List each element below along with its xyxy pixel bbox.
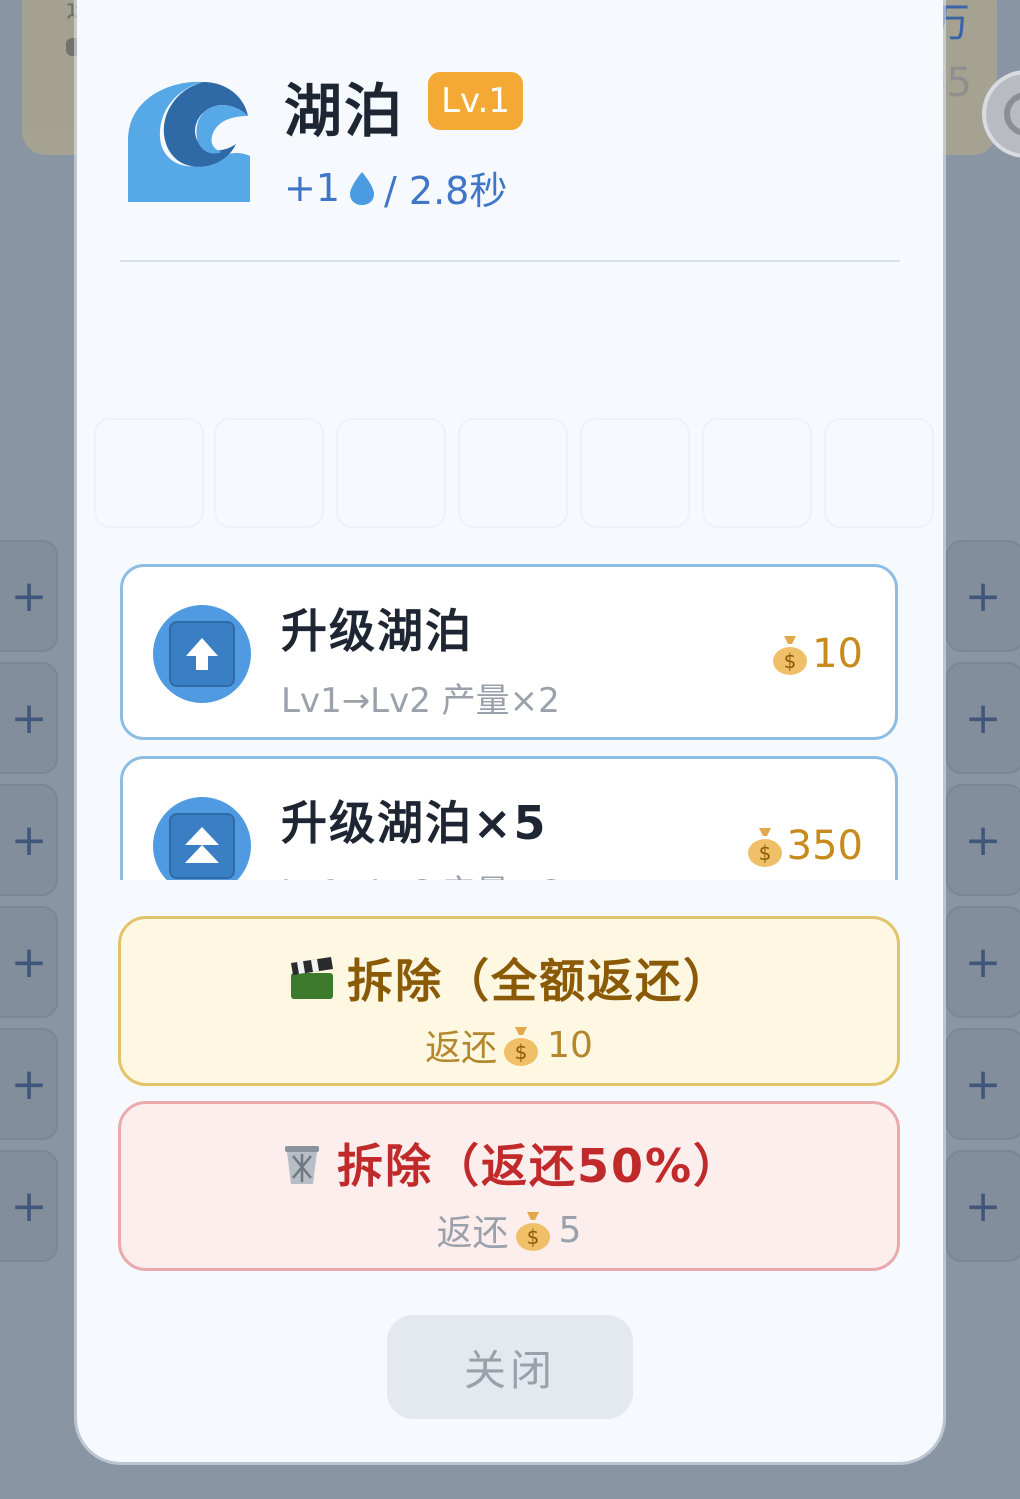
- empty-slot-left-6[interactable]: +: [0, 1150, 58, 1262]
- demolish-full-label: 拆除（全额返还）: [347, 954, 731, 1008]
- empty-slot-right-4[interactable]: +: [946, 906, 1020, 1018]
- upgrade-price: $ 10: [770, 631, 863, 677]
- refund-amount: 10: [547, 1024, 593, 1066]
- plus-icon: +: [10, 570, 48, 622]
- svg-text:$: $: [526, 1225, 539, 1249]
- empty-slot-right-1[interactable]: +: [946, 540, 1020, 652]
- upgrade-title: 升级湖泊×5: [281, 796, 548, 850]
- plus-icon: +: [10, 1180, 48, 1232]
- money-bag-icon: $: [504, 1027, 539, 1066]
- empty-slot-left-3[interactable]: +: [0, 784, 58, 896]
- refund-amount: 5: [558, 1209, 582, 1251]
- close-button[interactable]: 关闭: [387, 1315, 633, 1419]
- empty-slot-left-5[interactable]: +: [0, 1028, 58, 1140]
- empty-slot-right-3[interactable]: +: [946, 784, 1020, 896]
- money-bag-icon: $: [747, 828, 782, 867]
- empty-slot-right-5[interactable]: +: [946, 1028, 1020, 1140]
- ghost-tile: [214, 418, 324, 528]
- ghost-tile: [94, 418, 204, 528]
- money-bag-icon: $: [515, 1212, 550, 1251]
- demolish-full-refund-button[interactable]: 拆除（全额返还） 返还 $ 10: [118, 916, 900, 1086]
- plus-icon: +: [10, 692, 48, 744]
- production-rate: +1 / 2.8秒: [284, 160, 507, 215]
- empty-slot-left-1[interactable]: +: [0, 540, 58, 652]
- plus-icon: +: [10, 814, 48, 866]
- rate-interval: / 2.8秒: [384, 169, 508, 213]
- demolish-half-label: 拆除（返还50%）: [336, 1139, 742, 1193]
- plus-icon: +: [964, 570, 1002, 622]
- ghost-tile: [702, 418, 812, 528]
- header-divider: [120, 260, 900, 262]
- arrow-up-icon: [186, 638, 218, 670]
- level-badge: Lv.1: [428, 72, 523, 130]
- price-amount: 350: [786, 823, 863, 869]
- ghost-tile: [824, 418, 934, 528]
- svg-text:$: $: [784, 649, 797, 673]
- empty-slot-right-6[interactable]: +: [946, 1150, 1020, 1262]
- svg-text:$: $: [758, 841, 771, 865]
- rate-amount: +1: [284, 165, 341, 210]
- demolish-half-refund-button[interactable]: 拆除（返还50%） 返还 $ 5: [118, 1101, 900, 1271]
- money-bag-icon: $: [773, 636, 808, 675]
- upgrade-option-1[interactable]: 升级湖泊 Lv1→Lv2 产量×2 $ 10: [120, 564, 898, 740]
- ghost-tile: [458, 418, 568, 528]
- upgrade-price: $ 350: [745, 823, 863, 869]
- upgrade-icon-badge: [153, 605, 251, 703]
- water-drop-icon: [350, 171, 375, 205]
- wave-icon: [128, 81, 250, 202]
- upgrade-option-2[interactable]: 升级湖泊×5 Lv1→Lv6 产量×6 $ 350: [120, 756, 898, 880]
- refund-label: 返还: [436, 1213, 509, 1254]
- building-title: 湖泊: [284, 77, 405, 145]
- plus-icon: +: [964, 814, 1002, 866]
- refund-label: 返还: [425, 1028, 498, 1069]
- plus-icon: +: [964, 936, 1002, 988]
- ghost-tile: [336, 418, 446, 528]
- trash-can-icon: [284, 1146, 319, 1184]
- svg-text:$: $: [515, 1040, 528, 1064]
- upgrade-title: 升级湖泊: [281, 604, 473, 658]
- upgrade-icon-badge: [153, 797, 251, 880]
- empty-slot-right-2[interactable]: +: [946, 662, 1020, 774]
- empty-slot-left-4[interactable]: +: [0, 906, 58, 1018]
- plus-icon: +: [964, 1180, 1002, 1232]
- price-amount: 10: [812, 631, 863, 677]
- plus-icon: +: [10, 936, 48, 988]
- empty-slot-left-2[interactable]: +: [0, 662, 58, 774]
- clapper-board-icon: [291, 957, 333, 999]
- plus-icon: +: [964, 1058, 1002, 1110]
- plus-icon: +: [10, 1058, 48, 1110]
- ghost-tile: [580, 418, 690, 528]
- upgrade-description: Lv1→Lv2 产量×2: [281, 681, 560, 721]
- double-arrow-up-icon: [185, 827, 219, 863]
- upgrade-list[interactable]: 升级湖泊 Lv1→Lv2 产量×2 $ 10 升级湖泊×5 Lv1→Lv6 产量…: [118, 562, 902, 880]
- plus-icon: +: [964, 692, 1002, 744]
- upgrade-description: Lv1→Lv6 产量×6: [281, 865, 560, 880]
